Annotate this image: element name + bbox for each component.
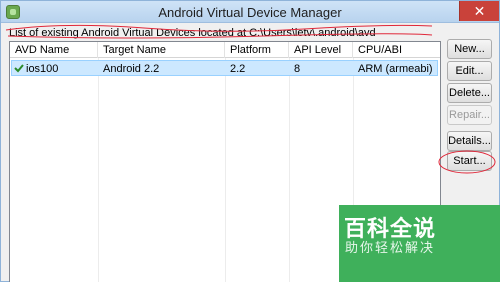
- red-annotation-underline: [5, 24, 433, 39]
- table-header: AVD Name Target Name Platform API Level …: [10, 42, 440, 58]
- cell-api-level: 8: [294, 63, 301, 75]
- column-header-avd-name[interactable]: AVD Name: [10, 42, 98, 58]
- column-divider: [289, 58, 290, 282]
- column-divider: [98, 58, 99, 282]
- cell-cpu-abi: ARM (armeabi): [358, 63, 433, 75]
- column-header-cpu-abi[interactable]: CPU/ABI: [353, 42, 440, 58]
- red-annotation-circle: [438, 150, 496, 174]
- edit-button[interactable]: Edit...: [447, 61, 492, 81]
- watermark-banner: 百科全说 助你轻松解决: [339, 205, 500, 282]
- column-header-target-name[interactable]: Target Name: [98, 42, 225, 58]
- new-button[interactable]: New...: [447, 39, 492, 59]
- repair-button[interactable]: Repair...: [447, 105, 492, 125]
- column-divider: [225, 58, 226, 282]
- delete-button[interactable]: Delete...: [447, 83, 492, 103]
- table-row[interactable]: ios100 Android 2.2 2.2 8 ARM (armeabi): [11, 60, 438, 76]
- watermark-subtitle: 助你轻松解决: [345, 241, 436, 256]
- column-header-platform[interactable]: Platform: [225, 42, 289, 58]
- column-header-api-level[interactable]: API Level: [289, 42, 353, 58]
- cell-target-name: Android 2.2: [103, 63, 160, 75]
- cell-platform: 2.2: [230, 63, 246, 75]
- close-button[interactable]: ✕: [459, 1, 499, 21]
- avd-manager-window: Android Virtual Device Manager ✕ List of…: [0, 0, 500, 282]
- details-button[interactable]: Details...: [447, 131, 492, 151]
- cell-avd-name: ios100: [26, 63, 59, 75]
